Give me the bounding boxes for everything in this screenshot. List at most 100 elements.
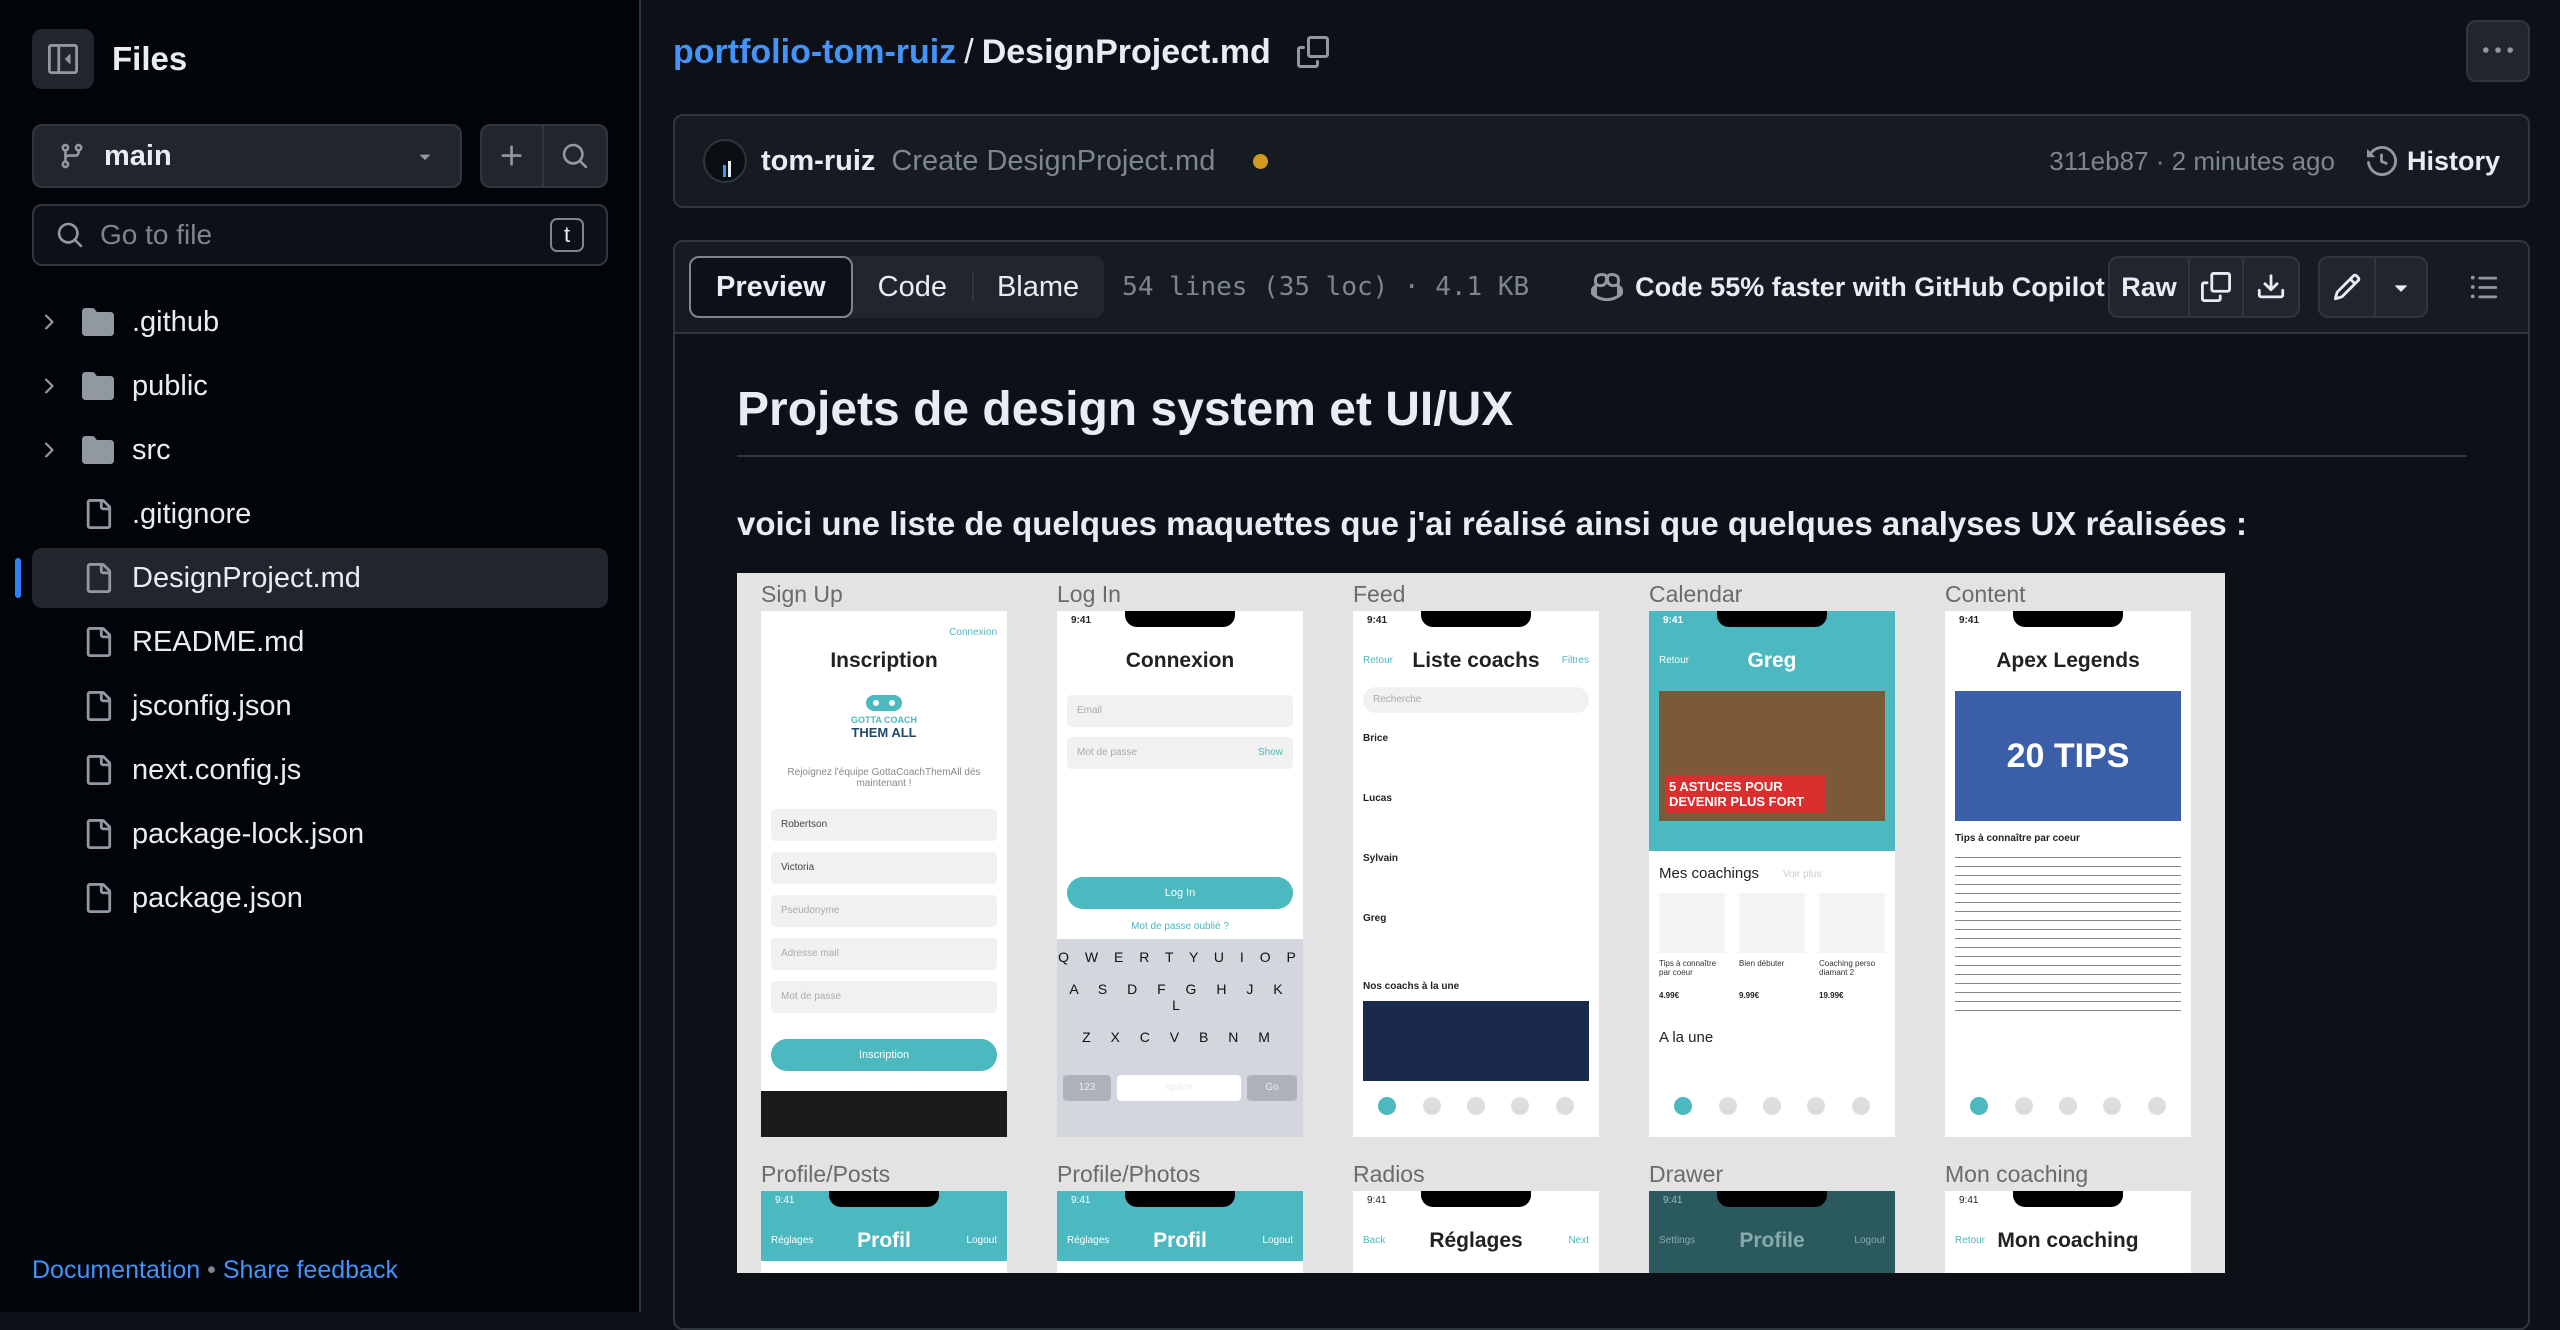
calendar-see-more: Voir plus <box>1783 869 1822 880</box>
tree-item-label: src <box>132 433 171 466</box>
design-mockups-image: Sign Up Log In Feed Calendar Content Con… <box>737 573 2225 1273</box>
edit-file-button[interactable] <box>2320 258 2376 316</box>
search-icon <box>57 222 83 248</box>
logo-line1: GOTTA COACH <box>851 715 917 725</box>
tree-item-label: .gitignore <box>132 497 252 530</box>
expand-chevron[interactable] <box>32 374 64 398</box>
documentation-link[interactable]: Documentation <box>32 1256 200 1284</box>
download-icon <box>2257 274 2285 299</box>
tree-item-package-lock-json[interactable]: package-lock.json <box>32 804 608 864</box>
calendar-card-1-price: 4.99€ <box>1659 991 1680 1000</box>
collapse-sidebar-button[interactable] <box>32 29 94 89</box>
tree-item-github[interactable]: .github <box>32 292 608 352</box>
screen-label-calendar: Calendar <box>1649 581 1743 607</box>
history-label: History <box>2406 145 2500 176</box>
tree-item-readme-md[interactable]: README.md <box>32 612 608 672</box>
markdown-subheading: voici une liste de quelques maquettes qu… <box>737 505 2247 542</box>
calendar-card-1 <box>1659 893 1725 953</box>
share-feedback-link[interactable]: Share feedback <box>223 1256 398 1284</box>
go-to-file-input[interactable] <box>100 219 550 251</box>
download-raw-button[interactable] <box>2244 258 2298 316</box>
copy-raw-button[interactable] <box>2190 258 2244 316</box>
content-time: 9:41 <box>1959 615 1980 626</box>
go-to-file-field[interactable]: t <box>32 204 608 266</box>
folder-icon <box>82 308 114 336</box>
outline-button[interactable] <box>2454 256 2514 318</box>
author-avatar[interactable] <box>703 139 747 183</box>
signup-tagline: Rejoignez l'équipe GottaCoachThemAll dès… <box>787 767 981 789</box>
repo-link[interactable]: portfolio-tom-ruiz <box>673 33 956 72</box>
file-actions: Raw <box>2108 256 2514 318</box>
tree-item-label: next.config.js <box>132 753 302 786</box>
copy-icon <box>2201 272 2231 302</box>
tree-item-package-json[interactable]: package.json <box>32 868 608 928</box>
tab-code[interactable]: Code <box>853 256 972 318</box>
kebab-horizontal-icon <box>2483 47 2513 53</box>
tab-preview[interactable]: Preview <box>689 256 853 318</box>
history-button[interactable]: History <box>2366 145 2500 177</box>
calendar-title: Greg <box>1747 649 1797 672</box>
edit-options-button[interactable] <box>2376 258 2426 316</box>
keyboard-go-key: Go <box>1247 1075 1297 1101</box>
keyboard-space-key: space <box>1117 1075 1241 1101</box>
tree-item-public[interactable]: public <box>32 356 608 416</box>
commit-author[interactable]: tom-ruiz <box>761 145 875 178</box>
login-field-email: Email <box>1067 695 1293 727</box>
login-forgot: Mot de passe oublié ? <box>1131 921 1229 932</box>
signup-field-username: Pseudonyme <box>771 895 997 927</box>
search-files-button[interactable] <box>544 124 608 188</box>
calendar-card-3-title: Coaching perso diamant 2 <box>1819 959 1876 977</box>
mockup-feed-screen: 9:41 Retour Filtres Liste coachs Recherc… <box>1353 611 1599 1137</box>
breadcrumb: portfolio-tom-ruiz / DesignProject.md <box>673 30 1329 74</box>
signup-field-email: Adresse mail <box>771 938 997 970</box>
calendar-card-1-title: Tips à connaître par coeur <box>1659 959 1717 977</box>
expand-chevron[interactable] <box>32 438 64 462</box>
mockup-signup-screen: Connexion Inscription GOTTA COACH THEM A… <box>761 611 1007 1137</box>
profile-photos-title: Profil <box>1153 1229 1207 1252</box>
more-options-button[interactable] <box>2466 20 2530 82</box>
branch-selector[interactable]: main <box>32 124 462 188</box>
tree-item-next-config-js[interactable]: next.config.js <box>32 740 608 800</box>
shortcut-key: t <box>550 218 584 252</box>
login-button: Log In <box>1067 877 1293 909</box>
calendar-card-3-price: 19.99€ <box>1819 991 1844 1000</box>
file-icon <box>86 819 112 849</box>
file-icon <box>86 691 112 721</box>
file-viewer: Preview Code Blame 54 lines (35 loc) · 4… <box>673 240 2530 1330</box>
tree-item-label: package.json <box>132 881 303 914</box>
commit-meta[interactable]: 311eb87 · 2 minutes ago <box>2049 146 2335 177</box>
calendar-banner: 5 ASTUCES POUR DEVENIR PLUS FORT <box>1659 691 1885 821</box>
tree-item-gitignore[interactable]: .gitignore <box>32 484 608 544</box>
file-icon-wrap <box>78 883 118 913</box>
signup-tabbar <box>761 1091 1007 1137</box>
tab-blame[interactable]: Blame <box>971 256 1104 318</box>
drawer-title: Profile <box>1739 1229 1805 1252</box>
screen-label-login: Log In <box>1057 581 1121 607</box>
tree-item-jsconfig-json[interactable]: jsconfig.json <box>32 676 608 736</box>
tree-item-src[interactable]: src <box>32 420 608 480</box>
sidebar-footer: Documentation • Share feedback <box>32 1256 398 1285</box>
sidebar-collapse-icon <box>48 44 78 74</box>
calendar-section2: A la une <box>1659 1029 1714 1046</box>
file-icon-wrap <box>78 627 118 657</box>
markdown-preview: Projets de design system et UI/UX voici … <box>737 382 2467 1273</box>
raw-button[interactable]: Raw <box>2110 258 2190 316</box>
content-banner: 20 TIPS <box>1955 691 2181 821</box>
expand-chevron[interactable] <box>32 310 64 334</box>
copy-icon <box>1296 36 1329 68</box>
commit-message[interactable]: Create DesignProject.md <box>891 145 1215 178</box>
commit-status-dot[interactable] <box>1253 153 1269 169</box>
signup-title: Inscription <box>830 649 938 672</box>
screen-label-profile-photos: Profile/Photos <box>1057 1161 1201 1187</box>
copilot-promo-button[interactable]: Code 55% faster with GitHub Copilot <box>1591 271 2105 303</box>
file-icon-wrap <box>78 499 118 529</box>
add-file-button[interactable] <box>480 124 544 188</box>
mockup-profile-photos-screen: 9:41 Réglages Logout Profil <box>1057 1191 1303 1273</box>
login-keyboard: Q W E R T Y U I O P A S D F G H J K L Z … <box>1057 939 1303 1137</box>
tree-item-designproject-md[interactable]: DesignProject.md <box>15 548 608 608</box>
tree-item-label: public <box>132 369 208 402</box>
footer-separator: • <box>207 1256 216 1284</box>
copy-path-button[interactable] <box>1296 36 1329 68</box>
screen-label-drawer: Drawer <box>1649 1161 1724 1187</box>
content-title: Apex Legends <box>1996 649 2140 672</box>
